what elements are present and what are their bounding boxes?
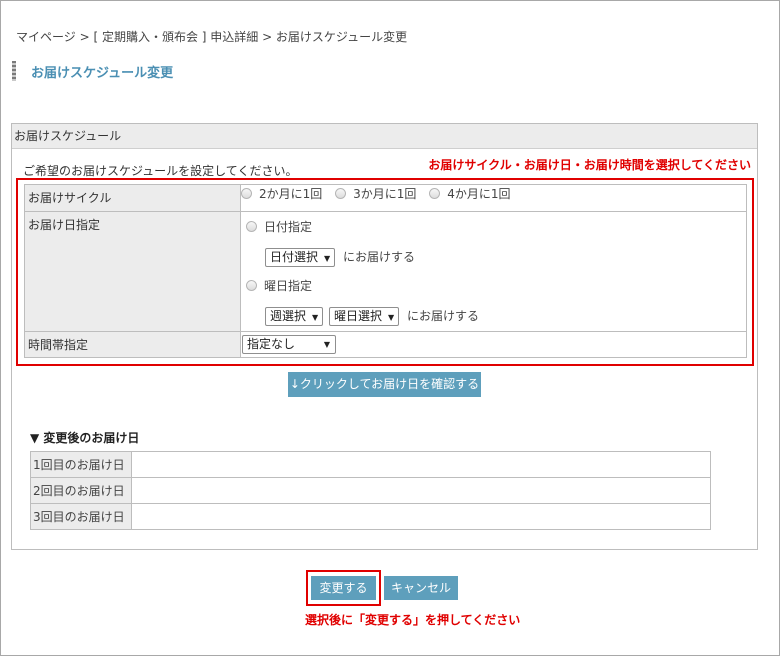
cycle-option-label: 4か月に1回 bbox=[447, 187, 511, 201]
weekday-option[interactable]: 曜日指定 bbox=[246, 277, 312, 294]
schedule-table: お届けサイクル 2か月に1回 3か月に1回 4か月に1回 お届け日指定 日付指定 bbox=[24, 184, 747, 358]
submit-button[interactable]: 変更する bbox=[311, 576, 376, 600]
cycle-option-3m[interactable]: 3か月に1回 bbox=[335, 185, 416, 202]
chevron-down-icon: ▼ bbox=[388, 313, 395, 322]
instruction-note: お届けサイクル・お届け日・お届け時間を選択してください bbox=[428, 158, 751, 172]
radio-icon[interactable] bbox=[246, 280, 257, 291]
cycle-options: 2か月に1回 3か月に1回 4か月に1回 bbox=[240, 184, 747, 212]
breadcrumb: マイページ > [ 定期購入・頒布会 ] 申込詳細 > お届けスケジュール変更 bbox=[16, 30, 408, 44]
radio-icon[interactable] bbox=[429, 188, 441, 199]
radio-icon[interactable] bbox=[241, 188, 252, 199]
table-row: 1回目のお届け日 bbox=[30, 451, 711, 478]
after-heading: ▼ 変更後のお届け日 bbox=[30, 431, 140, 445]
deliver-text-2: にお届けする bbox=[407, 309, 480, 323]
weekday-select-value: 曜日選択 bbox=[334, 309, 383, 323]
after-row-label: 1回目のお届け日 bbox=[30, 451, 132, 478]
week-select-value: 週選択 bbox=[270, 309, 307, 323]
table-row: 3回目のお届け日 bbox=[30, 503, 711, 530]
after-row-value bbox=[131, 503, 711, 530]
time-cell: 指定なし ▼ bbox=[240, 331, 747, 358]
cancel-button[interactable]: キャンセル bbox=[384, 576, 458, 600]
weekday-select-line: 週選択 ▼ 曜日選択 ▼ にお届けする bbox=[265, 307, 479, 326]
table-row: 2回目のお届け日 bbox=[30, 477, 711, 504]
page-title: お届けスケジュール変更 bbox=[31, 65, 174, 81]
submit-note: 選択後に「変更する」を押してください bbox=[305, 613, 521, 627]
after-row-value bbox=[131, 451, 711, 478]
after-row-label: 2回目のお届け日 bbox=[30, 477, 132, 504]
radio-icon[interactable] bbox=[335, 188, 347, 199]
date-option[interactable]: 日付指定 bbox=[246, 218, 312, 235]
confirm-delivery-button[interactable]: ↓クリックしてお届け日を確認する bbox=[288, 372, 481, 397]
title-bar-icon bbox=[12, 61, 16, 81]
after-row-label: 3回目のお届け日 bbox=[30, 503, 132, 530]
cycle-option-label: 3か月に1回 bbox=[353, 187, 417, 201]
radio-icon[interactable] bbox=[246, 221, 257, 232]
time-select[interactable]: 指定なし ▼ bbox=[242, 335, 336, 354]
page-title-wrap: お届けスケジュール変更 bbox=[12, 61, 173, 81]
schedule-description: ご希望のお届けスケジュールを設定してください。 bbox=[23, 164, 298, 178]
date-select-line: 日付選択 ▼ にお届けする bbox=[265, 248, 415, 267]
cycle-option-2m[interactable]: 2か月に1回 bbox=[241, 185, 322, 202]
after-row-value bbox=[131, 477, 711, 504]
chevron-down-icon: ▼ bbox=[323, 340, 330, 349]
weekday-option-label: 曜日指定 bbox=[264, 279, 313, 293]
cycle-option-4m[interactable]: 4か月に1回 bbox=[429, 185, 511, 202]
date-label: お届け日指定 bbox=[24, 211, 241, 332]
weekday-select[interactable]: 曜日選択 ▼ bbox=[329, 307, 400, 326]
date-option-label: 日付指定 bbox=[264, 220, 313, 234]
time-label: 時間帯指定 bbox=[24, 331, 241, 358]
time-select-value: 指定なし bbox=[247, 337, 296, 351]
section-header: お届けスケジュール bbox=[12, 124, 757, 149]
date-select-value: 日付選択 bbox=[270, 250, 319, 264]
cycle-option-label: 2か月に1回 bbox=[259, 187, 323, 201]
deliver-text: にお届けする bbox=[343, 250, 416, 264]
chevron-down-icon: ▼ bbox=[312, 313, 319, 322]
week-select[interactable]: 週選択 ▼ bbox=[265, 307, 324, 326]
date-select[interactable]: 日付選択 ▼ bbox=[265, 248, 336, 267]
after-table: 1回目のお届け日 2回目のお届け日 3回目のお届け日 bbox=[30, 451, 711, 530]
cycle-label: お届けサイクル bbox=[24, 184, 241, 212]
date-options: 日付指定 日付選択 ▼ にお届けする 曜日指定 週選択 ▼ 曜日選択 ▼ にお届けする bbox=[240, 211, 747, 332]
chevron-down-icon: ▼ bbox=[324, 254, 331, 263]
